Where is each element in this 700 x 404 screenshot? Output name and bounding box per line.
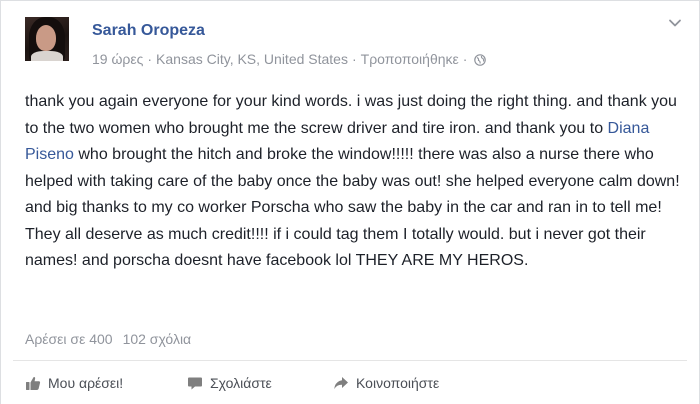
globe-icon[interactable] (474, 54, 487, 66)
comment-label: Σχολιάστε (210, 375, 272, 391)
meta-separator: · (462, 51, 468, 67)
chevron-down-icon[interactable] (667, 15, 683, 31)
share-button[interactable]: Κοινοποιήστε (333, 375, 439, 391)
like-button[interactable]: Μου αρέσει! (25, 375, 187, 391)
divider (13, 360, 687, 361)
thumbs-up-icon (26, 377, 41, 390)
meta-separator: · (351, 51, 357, 67)
avatar-face (36, 25, 56, 51)
reaction-counts: Αρέσει σε 400 102 σχόλια (25, 331, 191, 347)
share-label: Κοινοποιήστε (356, 375, 440, 391)
edited-label[interactable]: Τροποποιήθηκε (361, 51, 459, 67)
action-bar: Μου αρέσει! Σχολιάστε Κοινοποιήστε (25, 374, 439, 392)
post-text-part: who brought the hitch and broke the wind… (25, 146, 680, 269)
likes-count[interactable]: Αρέσει σε 400 (25, 331, 113, 347)
author-name[interactable]: Sarah Oropeza (92, 22, 205, 40)
speech-bubble-icon (188, 377, 202, 390)
share-arrow-icon (334, 377, 348, 389)
post-text-part: thank you again everyone for your kind w… (25, 93, 677, 137)
avatar-shirt (31, 51, 63, 61)
post-location[interactable]: Kansas City, KS, United States (156, 51, 348, 67)
post-meta: 19 ώρες · Kansas City, KS, United States · Τ… (92, 51, 487, 67)
avatar[interactable] (25, 17, 69, 61)
like-label: Μου αρέσει! (48, 375, 124, 391)
post-text: thank you again everyone for your kind w… (25, 89, 685, 275)
comments-count[interactable]: 102 σχόλια (123, 331, 192, 347)
meta-separator: · (147, 51, 153, 67)
post-card: Sarah Oropeza 19 ώρες · Kansas City, KS, U… (0, 0, 700, 404)
comment-button[interactable]: Σχολιάστε (187, 375, 333, 391)
post-time[interactable]: 19 ώρες (92, 51, 143, 67)
